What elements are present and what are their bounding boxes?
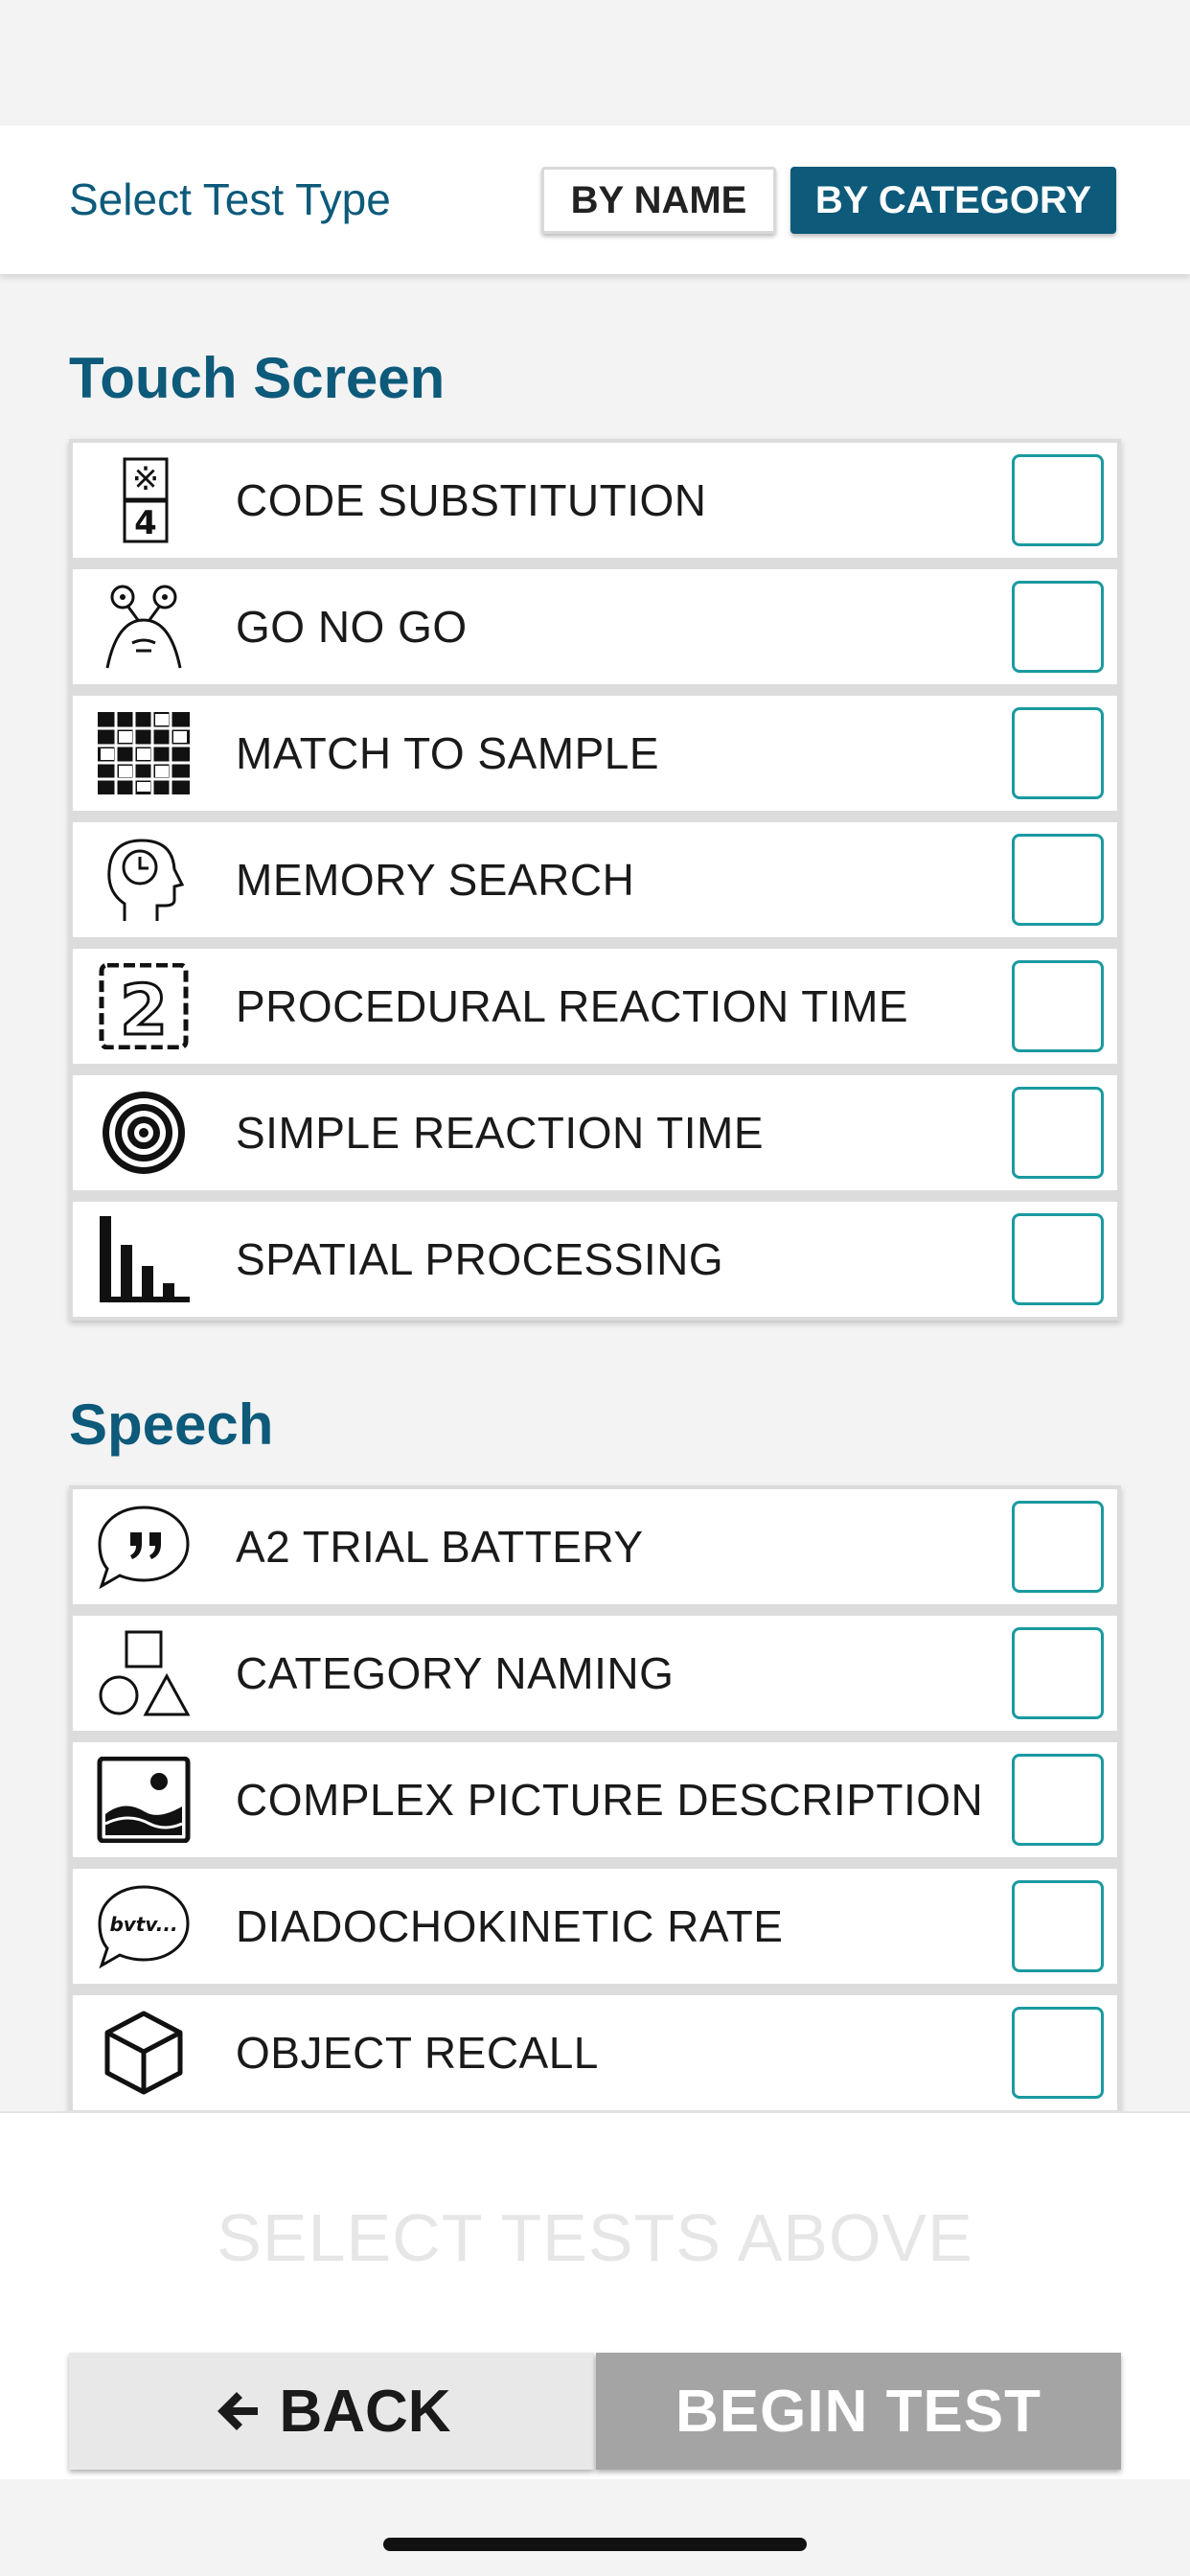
item-label: CODE SUBSTITUTION <box>236 475 707 525</box>
list-item[interactable]: SPATIAL PROCESSING <box>73 1202 1117 1317</box>
item-label: MEMORY SEARCH <box>236 855 635 905</box>
speech-quote-icon <box>96 1504 192 1590</box>
ddk-text: bvtv... <box>109 1913 177 1936</box>
picture-icon <box>96 1757 192 1843</box>
item-checkbox[interactable] <box>1012 1501 1104 1593</box>
item-label: CATEGORY NAMING <box>236 1648 675 1698</box>
list-item[interactable]: A2 TRIAL BATTERY <box>73 1489 1117 1604</box>
by-category-button[interactable]: BY CATEGORY <box>790 167 1116 234</box>
item-checkbox[interactable] <box>1012 1087 1104 1179</box>
list-item[interactable]: COMPLEX PICTURE DESCRIPTION <box>73 1742 1117 1857</box>
item-checkbox[interactable] <box>1012 707 1104 799</box>
item-checkbox[interactable] <box>1012 581 1104 673</box>
shapes-icon <box>96 1630 192 1716</box>
begin-test-button[interactable]: BEGIN TEST <box>596 2353 1121 2470</box>
list-item[interactable]: OBJECT RECALL <box>73 1995 1117 2110</box>
by-name-button[interactable]: BY NAME <box>541 167 776 234</box>
test-type-header: Select Test Type BY NAME BY CATEGORY <box>0 126 1190 274</box>
list-item[interactable]: bvtv... DIADOCHOKINETIC RATE <box>73 1869 1117 1984</box>
item-label: COMPLEX PICTURE DESCRIPTION <box>236 1775 984 1825</box>
home-indicator[interactable] <box>383 2538 807 2551</box>
code-substitution-icon: ※ 4 <box>96 457 192 543</box>
item-checkbox[interactable] <box>1012 1880 1104 1972</box>
grid-pattern-icon <box>96 710 192 796</box>
header-title: Select Test Type <box>69 174 391 224</box>
select-tests-message: SELECT TESTS ABOVE <box>217 2200 973 2275</box>
head-clock-icon <box>96 837 192 923</box>
code-symbol: ※ <box>132 460 160 498</box>
item-checkbox[interactable] <box>1012 454 1104 546</box>
alien-icon <box>96 584 192 670</box>
item-checkbox[interactable] <box>1012 2007 1104 2099</box>
touch-screen-list: ※ 4 CODE SUBSTITUTION GO NO GO MATCH TO … <box>69 439 1121 1321</box>
list-item[interactable]: 2 PROCEDURAL REACTION TIME <box>73 949 1117 1064</box>
item-checkbox[interactable] <box>1012 1627 1104 1719</box>
list-item[interactable]: GO NO GO <box>73 569 1117 684</box>
item-label: OBJECT RECALL <box>236 2028 599 2078</box>
item-label: PROCEDURAL REACTION TIME <box>236 981 909 1031</box>
code-digit: 4 <box>134 504 157 542</box>
item-checkbox[interactable] <box>1012 834 1104 926</box>
item-label: SPATIAL PROCESSING <box>236 1234 724 1284</box>
list-item[interactable]: MATCH TO SAMPLE <box>73 696 1117 811</box>
section-title-touch-screen: Touch Screen <box>69 346 446 410</box>
footer-panel: SELECT TESTS ABOVE BACK BEGIN TEST <box>0 2111 1190 2479</box>
list-item[interactable]: CATEGORY NAMING <box>73 1616 1117 1731</box>
target-icon <box>96 1090 192 1176</box>
item-checkbox[interactable] <box>1012 1754 1104 1846</box>
item-checkbox[interactable] <box>1012 960 1104 1052</box>
arrow-left-icon <box>217 2392 259 2430</box>
list-item[interactable]: ※ 4 CODE SUBSTITUTION <box>73 443 1117 558</box>
number-two-icon: 2 <box>96 963 192 1049</box>
list-item[interactable]: SIMPLE REACTION TIME <box>73 1075 1117 1190</box>
cube-icon <box>96 2010 192 2096</box>
item-label: A2 TRIAL BATTERY <box>236 1522 644 1572</box>
speech-list: A2 TRIAL BATTERY CATEGORY NAMING COMPLEX… <box>69 1485 1121 2115</box>
back-label: BACK <box>279 2378 451 2445</box>
item-label: GO NO GO <box>236 602 468 652</box>
item-checkbox[interactable] <box>1012 1213 1104 1305</box>
item-label: DIADOCHOKINETIC RATE <box>236 1901 784 1951</box>
section-title-speech: Speech <box>69 1392 274 1457</box>
procedural-digit: 2 <box>120 970 168 1049</box>
item-label: SIMPLE REACTION TIME <box>236 1108 765 1158</box>
back-button[interactable]: BACK <box>69 2353 594 2470</box>
item-label: MATCH TO SAMPLE <box>236 728 660 778</box>
speech-bubble-icon: bvtv... <box>96 1883 192 1969</box>
bar-chart-icon <box>96 1216 192 1302</box>
list-item[interactable]: MEMORY SEARCH <box>73 822 1117 937</box>
